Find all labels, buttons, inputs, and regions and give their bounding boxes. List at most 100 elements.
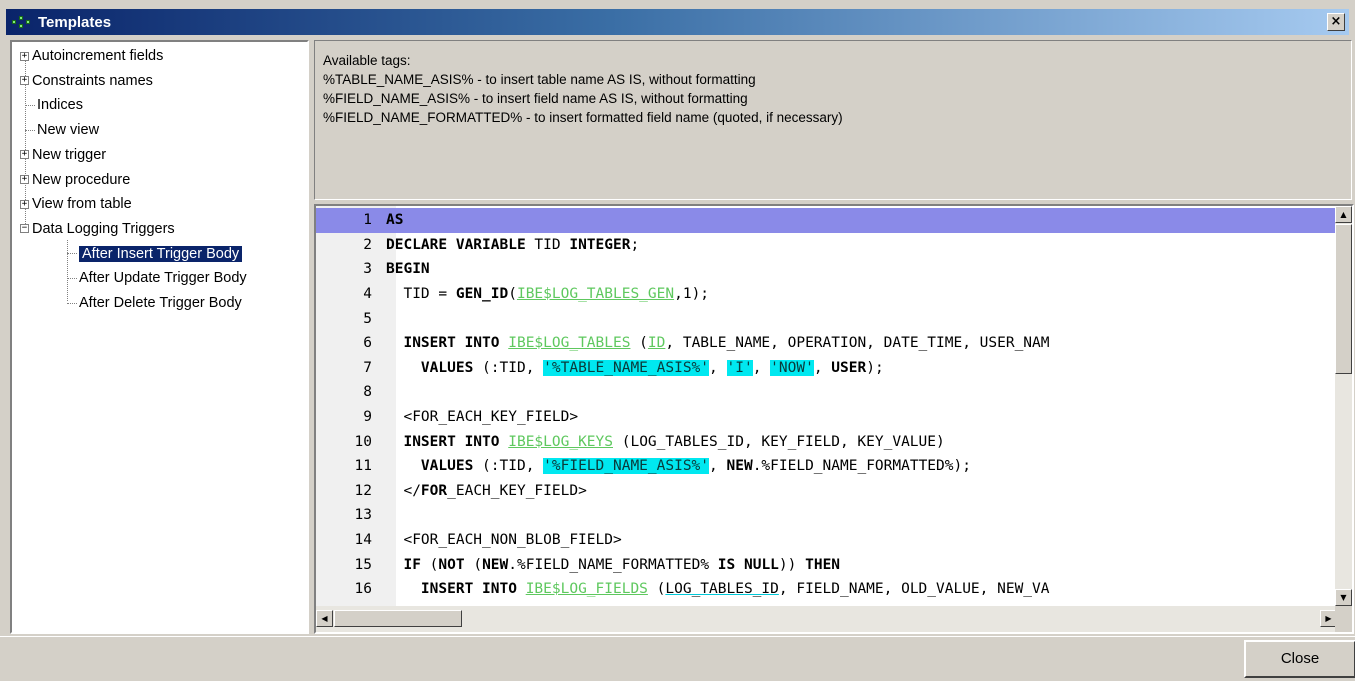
- tree-child-item[interactable]: After Insert Trigger Body: [67, 243, 244, 265]
- code-token: IBE$LOG_FIELDS: [525, 581, 648, 598]
- code-token: IS NULL: [717, 556, 779, 573]
- code-line[interactable]: 10 INSERT INTO IBE$LOG_KEYS (LOG_TABLES_…: [316, 429, 1337, 454]
- tag-description: %TABLE_NAME_ASIS% - to insert table name…: [323, 72, 756, 87]
- line-number: 13: [354, 507, 372, 524]
- code-line[interactable]: 14 <FOR_EACH_NON_BLOB_FIELD>: [316, 528, 1337, 553]
- expand-icon[interactable]: +: [20, 175, 29, 184]
- line-number: 15: [354, 556, 372, 573]
- tree-child-item[interactable]: After Update Trigger Body: [67, 267, 247, 289]
- code-token: ,1);: [674, 286, 710, 303]
- tree-item-label: New procedure: [32, 171, 131, 188]
- expand-icon[interactable]: +: [20, 199, 29, 209]
- code-token: .%FIELD_NAME_FORMATTED%: [508, 556, 718, 573]
- code-line[interactable]: 11 VALUES (:TID, '%FIELD_NAME_ASIS%', NE…: [316, 454, 1337, 479]
- tree-connector: [25, 104, 35, 106]
- close-button[interactable]: Close: [1244, 640, 1355, 678]
- tree-item[interactable]: New view: [20, 119, 99, 141]
- title-bar: Templates ×: [6, 9, 1349, 35]
- tree-item[interactable]: Indices: [20, 94, 83, 116]
- tree-child-item[interactable]: After Delete Trigger Body: [67, 292, 242, 314]
- collapse-icon[interactable]: −: [20, 224, 29, 234]
- code-line[interactable]: 6 INSERT INTO IBE$LOG_TABLES (ID, TABLE_…: [316, 331, 1337, 356]
- code-area[interactable]: 1 AS 2 DECLARE VARIABLE TID INTEGER; 3 BEGIN 4…: [316, 208, 1337, 602]
- tree-item[interactable]: + View from table: [20, 193, 132, 215]
- template-tree[interactable]: + Autoincrement fields + Constraints names I…: [10, 40, 309, 634]
- tree-connector: [67, 253, 77, 255]
- vertical-scrollbar[interactable]: ▲ ▼: [1335, 206, 1352, 606]
- code-token: )): [778, 556, 797, 573]
- available-tags-heading: Available tags:: [323, 53, 411, 68]
- code-token: , FIELD_NAME, OLD_VALUE, NEW_VA: [778, 581, 1050, 598]
- line-number: 6: [363, 335, 372, 352]
- button-bar: [0, 636, 1355, 681]
- templates-icon: [12, 14, 34, 30]
- tree-item[interactable]: + New procedure: [20, 169, 130, 191]
- tree-item-label: New trigger: [32, 146, 107, 163]
- line-number: 9: [363, 409, 372, 426]
- code-line[interactable]: 2 DECLARE VARIABLE TID INTEGER;: [316, 233, 1337, 258]
- code-token: TID =: [386, 286, 456, 303]
- code-line[interactable]: 7 VALUES (:TID, '%TABLE_NAME_ASIS%', 'I'…: [316, 356, 1337, 381]
- horizontal-scroll-thumb[interactable]: [334, 610, 462, 627]
- code-token: AS: [386, 212, 404, 229]
- code-token: .%FIELD_NAME_FORMATTED%);: [752, 458, 971, 475]
- code-token: </: [386, 482, 421, 499]
- code-line[interactable]: 13: [316, 503, 1337, 528]
- tree-item-label: View from table: [32, 196, 132, 213]
- code-token: ,: [709, 458, 727, 475]
- close-icon[interactable]: ×: [1327, 13, 1345, 31]
- horizontal-scrollbar[interactable]: ◀ ▶: [316, 606, 1337, 632]
- code-line[interactable]: 5: [316, 306, 1337, 331]
- code-token: (: [464, 556, 483, 573]
- code-token: , TABLE_NAME, OPERATION, DATE_TIME, USER…: [665, 335, 1050, 352]
- tree-connector: [67, 277, 77, 279]
- tree-item-label: Indices: [37, 97, 83, 114]
- code-token: <FOR_EACH_NON_BLOB_FIELD>: [386, 532, 622, 549]
- code-token: ;: [630, 236, 640, 253]
- code-token: (: [647, 581, 666, 598]
- code-token: '%TABLE_NAME_ASIS%': [543, 359, 710, 376]
- tag-description: %FIELD_NAME_FORMATTED% - to insert forma…: [323, 110, 843, 125]
- scroll-left-icon[interactable]: ◀: [316, 610, 333, 627]
- line-number: 1: [363, 212, 372, 229]
- scroll-up-icon[interactable]: ▲: [1335, 206, 1352, 223]
- code-line[interactable]: 4 TID = GEN_ID(IBE$LOG_TABLES_GEN ,1);: [316, 282, 1337, 307]
- code-line[interactable]: 8: [316, 380, 1337, 405]
- line-number: 14: [354, 532, 372, 549]
- code-token: USER: [831, 359, 867, 376]
- tree-item[interactable]: − Data Logging Triggers: [20, 218, 175, 240]
- code-editor[interactable]: 1 AS 2 DECLARE VARIABLE TID INTEGER; 3 BEGIN 4…: [314, 204, 1354, 634]
- line-number: 3: [363, 261, 372, 278]
- tree-item[interactable]: + Autoincrement fields: [20, 45, 163, 67]
- code-line[interactable]: 9 <FOR_EACH_KEY_FIELD>: [316, 405, 1337, 430]
- tree-item-label: After Delete Trigger Body: [79, 295, 242, 311]
- expand-icon[interactable]: +: [20, 76, 29, 86]
- code-line[interactable]: 16 INSERT INTO IBE$LOG_FIELDS (LOG_TABLE…: [316, 577, 1337, 602]
- tree-item[interactable]: + Constraints names: [20, 70, 153, 92]
- line-number: 2: [363, 236, 372, 253]
- tree-item-label: New view: [37, 122, 100, 139]
- code-token: (LOG_TABLES_ID, KEY_FIELD, KEY_VALUE): [613, 433, 945, 450]
- vertical-scroll-thumb[interactable]: [1335, 224, 1352, 374]
- tree-item-label: After Update Trigger Body: [79, 270, 247, 287]
- code-line[interactable]: 15 IF (NOT (NEW .%FIELD_NAME_FORMATTED% I…: [316, 552, 1337, 577]
- scroll-down-icon[interactable]: ▼: [1335, 589, 1352, 606]
- tree-item[interactable]: + New trigger: [20, 144, 106, 166]
- code-token: INTEGER: [569, 236, 631, 253]
- code-line[interactable]: 12 </FOR _EACH_KEY_FIELD>: [316, 479, 1337, 504]
- code-token: TID: [525, 236, 570, 253]
- code-line[interactable]: 1 AS: [316, 208, 1337, 233]
- tree-connector: [67, 302, 77, 304]
- code-line[interactable]: 3 BEGIN: [316, 257, 1337, 282]
- code-token: IBE$LOG_TABLES: [508, 335, 631, 352]
- code-token: INSERT INTO: [403, 335, 500, 352]
- scroll-corner: [1335, 606, 1352, 632]
- expand-icon[interactable]: +: [20, 150, 29, 160]
- code-token: FOR: [420, 482, 448, 499]
- tree-connector: [25, 129, 35, 131]
- expand-icon[interactable]: +: [20, 51, 29, 61]
